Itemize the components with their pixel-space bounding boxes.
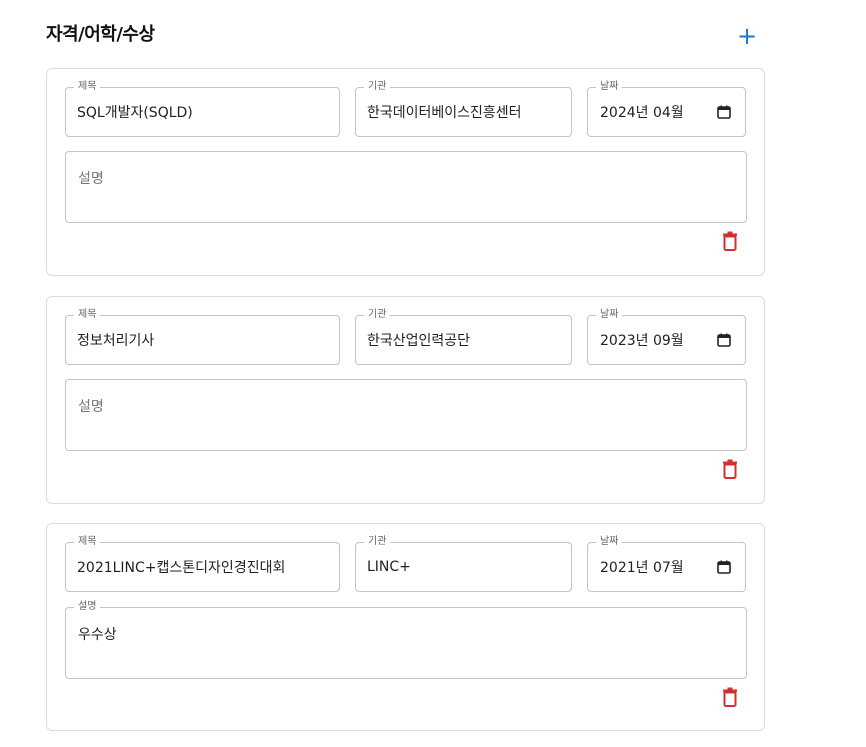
description-field[interactable]: 설명 <box>65 379 747 451</box>
org-field[interactable]: 기관 <box>355 535 572 592</box>
title-field[interactable]: 제목 <box>65 308 340 365</box>
description-placeholder: 설명 <box>78 399 104 415</box>
calendar-icon[interactable] <box>717 333 731 347</box>
org-input[interactable] <box>367 543 563 591</box>
title-field[interactable]: 제목 <box>65 80 340 137</box>
plus-icon: + <box>736 22 758 50</box>
trash-icon[interactable] <box>722 231 738 251</box>
title-input[interactable] <box>77 88 331 136</box>
title-field[interactable]: 제목 <box>65 535 340 592</box>
org-field[interactable]: 기관 <box>355 80 572 137</box>
description-field[interactable]: 설명 우수상 <box>65 600 747 679</box>
date-field[interactable]: 날짜 2023년 09월 <box>587 308 746 365</box>
add-entry-button[interactable]: + <box>735 24 759 48</box>
calendar-icon[interactable] <box>717 560 731 574</box>
date-field[interactable]: 날짜 2021년 07월 <box>587 535 746 592</box>
org-input[interactable] <box>367 88 563 136</box>
entry-card: 제목 기관 날짜 2024년 04월 설명 <box>46 68 765 276</box>
description-field-label: 설명 <box>74 600 101 614</box>
date-value: 2024년 04월 <box>600 105 684 121</box>
org-field[interactable]: 기관 <box>355 308 572 365</box>
trash-icon[interactable] <box>722 459 738 479</box>
entry-card: 제목 기관 날짜 2021년 07월 설명 우수상 <box>46 523 765 731</box>
description-field[interactable]: 설명 <box>65 151 747 223</box>
date-field[interactable]: 날짜 2024년 04월 <box>587 80 746 137</box>
date-value: 2023년 09월 <box>600 333 684 349</box>
date-value: 2021년 07월 <box>600 560 684 576</box>
org-input[interactable] <box>367 316 563 364</box>
title-input[interactable] <box>77 543 331 591</box>
trash-icon[interactable] <box>722 687 738 707</box>
description-placeholder: 설명 <box>78 171 104 187</box>
section-title: 자격/어학/수상 <box>46 24 155 45</box>
calendar-icon[interactable] <box>717 105 731 119</box>
entry-card: 제목 기관 날짜 2023년 09월 설명 <box>46 296 765 504</box>
description-value: 우수상 <box>78 627 117 643</box>
title-input[interactable] <box>77 316 331 364</box>
